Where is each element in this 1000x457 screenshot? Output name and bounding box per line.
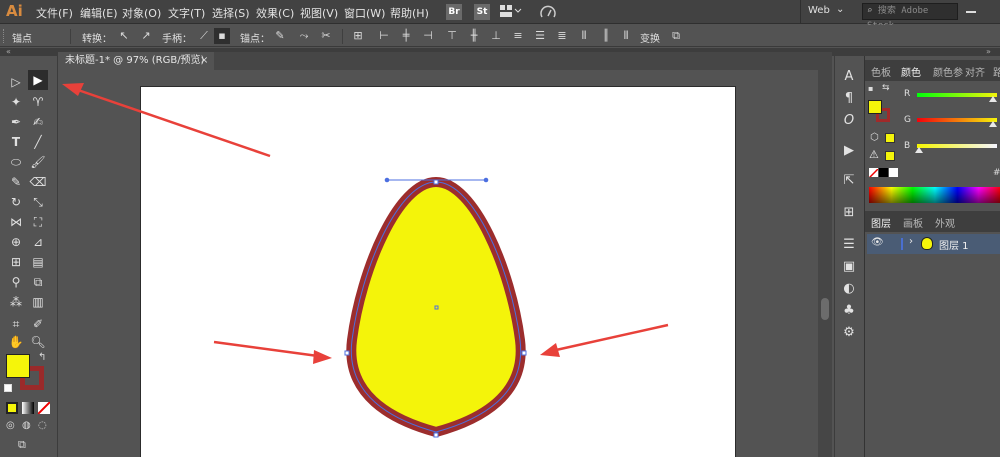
- layer-name: 图层 1: [939, 241, 969, 252]
- tab-align[interactable]: 对齐: [965, 64, 985, 79]
- anchor-point-top[interactable]: [433, 179, 439, 185]
- character-panel-icon[interactable]: A: [840, 68, 858, 86]
- layer-thumbnail: [921, 237, 933, 250]
- channel-r-slider[interactable]: [917, 93, 997, 97]
- channel-r-label: R: [904, 89, 911, 99]
- anchor-point-left[interactable]: [344, 350, 350, 356]
- layers-panel-tabs: 图层 画板 外观: [865, 211, 1000, 232]
- channel-g-knob[interactable]: [989, 121, 997, 127]
- egg-shape[interactable]: [346, 177, 526, 437]
- stroke-panel-icon[interactable]: ☰: [840, 236, 858, 254]
- panel-fill-swatch[interactable]: [868, 100, 882, 114]
- vertical-scrollbar[interactable]: [818, 70, 832, 457]
- channel-g-label: G: [904, 115, 911, 125]
- actions-panel-icon[interactable]: ▶: [840, 142, 858, 160]
- out-of-web-color-swatch[interactable]: [885, 133, 895, 143]
- layer-color-bar: [901, 238, 903, 250]
- anchor-point-bottom[interactable]: [433, 432, 439, 438]
- visibility-eye-icon[interactable]: 👁︎: [871, 237, 884, 248]
- layer-row[interactable]: 👁︎ › 图层 1: [867, 234, 1000, 254]
- channel-b-knob[interactable]: [915, 147, 923, 153]
- expand-layer-icon[interactable]: ›: [909, 236, 913, 247]
- tab-color[interactable]: 颜色: [901, 64, 921, 79]
- warning-icon[interactable]: ⚠: [869, 148, 879, 161]
- tab-appearance[interactable]: 外观: [935, 215, 955, 230]
- handle-point-left[interactable]: [384, 177, 390, 183]
- annotation-arrow-left: [213, 340, 332, 364]
- color-panel-tabs: 色板 颜色 颜色参 对齐 路: [865, 60, 1000, 81]
- color-spectrum[interactable]: [869, 187, 1000, 203]
- appearance-panel-icon[interactable]: ⚙: [840, 324, 858, 342]
- symbols-panel-icon[interactable]: ♣: [840, 302, 858, 320]
- tab-pathfinder[interactable]: 路: [993, 64, 1000, 79]
- none-color-swatch[interactable]: [869, 168, 878, 177]
- channel-b-label: B: [904, 141, 911, 151]
- right-panel: 色板 颜色 颜色参 对齐 路 ▪ ⇆ ⬡ ⚠ R G B # 图层 画板 外观 …: [864, 56, 1000, 457]
- opentype-panel-icon[interactable]: O: [840, 112, 858, 130]
- white-color-swatch[interactable]: [889, 168, 898, 177]
- paragraph-panel-icon[interactable]: ¶: [840, 90, 858, 108]
- transparency-panel-icon[interactable]: ◐: [840, 280, 858, 298]
- swatches-grid-icon[interactable]: ⊞: [840, 204, 858, 222]
- hex-label: #: [993, 168, 1000, 178]
- handle-point-right[interactable]: [483, 177, 489, 183]
- tab-artboards[interactable]: 画板: [903, 215, 923, 230]
- channel-r-knob[interactable]: [989, 96, 997, 102]
- channel-b-slider[interactable]: [917, 144, 997, 148]
- out-of-gamut-swatch[interactable]: [885, 151, 895, 161]
- collapsed-panel-icons: A ¶ O ▶ ⇱ ⊞ ☰ ▣ ◐ ♣ ⚙: [834, 56, 862, 457]
- anchor-point-right[interactable]: [521, 350, 527, 356]
- tab-color-guide[interactable]: 颜色参: [933, 64, 963, 79]
- black-color-swatch[interactable]: [879, 168, 888, 177]
- annotation-arrow-toolbar: [62, 83, 271, 158]
- channel-g-slider[interactable]: [917, 118, 997, 122]
- scrollbar-thumb[interactable]: [821, 298, 829, 320]
- cube-icon[interactable]: ⬡: [870, 132, 879, 143]
- panel-default-colors-icon[interactable]: ▪: [868, 84, 873, 93]
- export-panel-icon[interactable]: ⇱: [840, 172, 858, 190]
- gradient-panel-icon[interactable]: ▣: [840, 258, 858, 276]
- panel-swap-icon[interactable]: ⇆: [882, 83, 890, 93]
- tab-layers[interactable]: 图层: [871, 215, 891, 230]
- annotation-arrow-right: [540, 323, 669, 357]
- tab-swatches[interactable]: 色板: [871, 64, 891, 79]
